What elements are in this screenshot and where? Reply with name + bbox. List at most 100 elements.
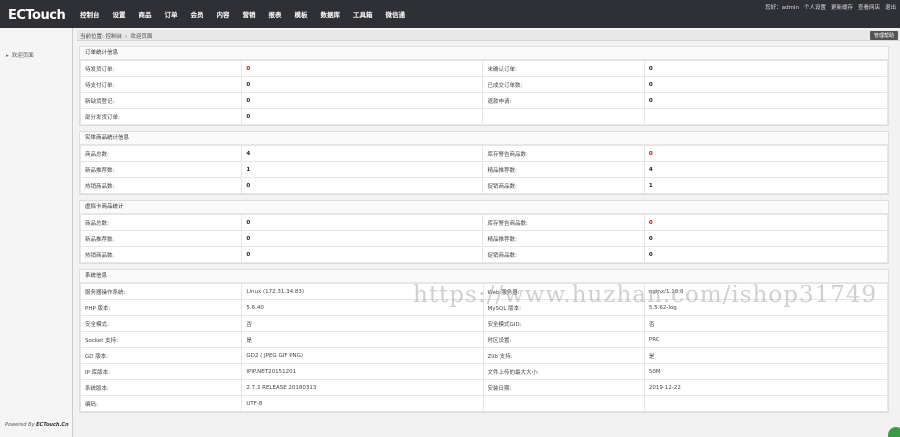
table-row: 热销商品数: 0 促销商品数: 1	[79, 177, 889, 194]
stat-value	[643, 108, 889, 125]
table-row: Socket 支持: 是时区设置: PRC	[79, 331, 889, 348]
stat-label: 安装日期:	[482, 379, 645, 396]
stat-value: PRC	[643, 331, 889, 348]
nav-item[interactable]: 微信通	[386, 9, 406, 19]
stat-label: Web 服务器:	[482, 283, 645, 300]
stat-value: 0	[241, 214, 484, 231]
powered-by: Powered By ECTouch.Cn	[5, 422, 69, 428]
stat-label: 安全模式:	[79, 315, 243, 332]
stats-table: 商品总数: 0 库存警告商品数: 0 新品推荐数: 0 精品推荐数: 0 热销商品数: 0 促销商品…	[79, 214, 889, 263]
stat-label: Socket 支持:	[79, 331, 243, 348]
stat-value: 0	[241, 108, 484, 125]
nav-item[interactable]: 商品	[139, 9, 152, 19]
powered-brand-link[interactable]: ECTouch.Cn	[36, 422, 69, 428]
stat-value: 是	[241, 331, 484, 348]
stat-value: 4	[241, 145, 484, 162]
stat-label: 待发货订单:	[79, 60, 243, 77]
sidebar-item-welcome[interactable]: ▸ 欢迎页面	[6, 51, 34, 59]
table-row: 热销商品数: 0 促销商品数: 0	[79, 246, 889, 263]
stat-label: 安全模式GID:	[482, 315, 645, 332]
stat-label: 热销商品数:	[79, 177, 243, 194]
stat-value: 0	[241, 246, 484, 263]
nav-item[interactable]: 数据库	[321, 9, 341, 19]
stats-panel: 订单统计信息 待发货订单: 0 未确认订单: 0 待支付订单: 0 已成交订单数: 0 新缺货登记…	[79, 46, 889, 126]
nav-item[interactable]: 模板	[295, 9, 308, 19]
stat-label: 新缺货登记:	[79, 92, 243, 109]
stat-label: GD 版本:	[79, 347, 243, 364]
table-row: 待发货订单: 0 未确认订单: 0	[79, 60, 889, 77]
stat-label: 待支付订单:	[79, 76, 243, 93]
stat-value: GD2 ( JPEG GIF PNG)	[241, 347, 484, 364]
stats-panel: 实体商品统计信息 商品总数: 4 库存警告商品数: 0 新品推荐数: 1 精品推荐数: 4 热销商…	[79, 131, 889, 195]
stat-value: 0	[241, 92, 484, 109]
stat-value: 是	[643, 347, 889, 364]
stat-label: MySQL 版本:	[482, 299, 645, 316]
stat-value: 0	[241, 60, 484, 77]
nav-item[interactable]: 工具箱	[353, 9, 373, 19]
nav-item[interactable]: 控制台	[80, 9, 100, 19]
stat-value: Linux (172.31.34.83)	[241, 283, 484, 300]
table-row: 商品总数: 4 库存警告商品数: 0	[79, 145, 889, 162]
stat-value: 否	[643, 315, 889, 332]
table-row: 服务器操作系统: Linux (172.31.34.83) Web 服务器: ngin…	[79, 283, 889, 300]
stat-label: 促销商品数:	[482, 177, 645, 194]
stat-value: 2.7.3 RELEASE 20180313	[241, 379, 484, 396]
stat-label: IP 库版本:	[79, 363, 243, 380]
stat-label: 编码:	[79, 395, 243, 412]
stat-value: 50M	[643, 363, 889, 380]
stat-label: 部分发货订单:	[79, 108, 243, 125]
user-link[interactable]: 个人设置	[804, 3, 826, 11]
stat-value: 0	[643, 60, 889, 77]
stat-value: 0	[241, 76, 484, 93]
stat-value: 否	[241, 315, 484, 332]
nav-item[interactable]: 报表	[269, 9, 282, 19]
stat-label: 热销商品数:	[79, 246, 243, 263]
stats-table: 商品总数: 4 库存警告商品数: 0 新品推荐数: 1 精品推荐数: 4 热销商品数: 0 促销商品…	[79, 145, 889, 194]
user-link[interactable]: 更新缓存	[831, 3, 853, 11]
stat-label: 促销商品数:	[482, 246, 645, 263]
stat-value: 1	[241, 161, 484, 178]
table-row: PHP 版本: 5.6.40 MySQL 版本: 5.5.62-log	[79, 299, 889, 316]
user-link[interactable]: 退出	[885, 3, 896, 11]
stat-value: UTF-8	[241, 395, 484, 412]
stat-label: 商品总数:	[79, 145, 243, 162]
user-link[interactable]: 查看网店	[858, 3, 880, 11]
panel-title: 实体商品统计信息	[80, 132, 888, 145]
stats-table: 服务器操作系统: Linux (172.31.34.83) Web 服务器: ngin…	[79, 283, 889, 412]
table-row: GD 版本: GD2 ( JPEG GIF PNG) Zlib 支持: 是	[79, 347, 889, 364]
stat-value: 0	[643, 92, 889, 109]
stat-value: IPIP.NET20151201	[241, 363, 484, 380]
nav-item[interactable]: 内容	[217, 9, 230, 19]
stat-value	[643, 395, 889, 412]
nav-item[interactable]: 营销	[243, 9, 256, 19]
stat-label: 文件上传的最大大小:	[482, 363, 645, 380]
stat-label: 新品推荐数:	[79, 230, 243, 247]
stat-label	[482, 108, 645, 125]
user-greeting: 您好：admin	[765, 5, 799, 11]
stat-label: 已成交订单数:	[482, 76, 645, 93]
table-row: 新品推荐数: 0 精品推荐数: 0	[79, 230, 889, 247]
nav-item[interactable]: 订单	[165, 9, 178, 19]
main-nav: 控制台 设置 商品 订单 会员 内容 营销 报表 模板 数据库 工具箱 微信通	[80, 0, 418, 28]
ectouch-logo[interactable]: ECTouch	[8, 8, 66, 23]
stat-value: 0	[241, 230, 484, 247]
nav-item[interactable]: 设置	[113, 9, 126, 19]
stat-label: Zlib 支持:	[482, 347, 645, 364]
stat-value: 1	[643, 177, 889, 194]
corner-badge-icon[interactable]	[888, 427, 900, 437]
stat-label	[482, 395, 645, 412]
stat-value: 5.6.40	[241, 299, 484, 316]
table-row: 新缺货登记: 0 退款申请: 0	[79, 92, 889, 109]
manual-help-button[interactable]: 管理帮助	[869, 31, 898, 40]
table-row: 系统版本: 2.7.3 RELEASE 20180313 安装日期: 2019-12-…	[79, 379, 889, 396]
user-links: 您好：admin 个人设置 更新缓存 查看网店 退出	[760, 3, 896, 11]
table-row: 安全模式: 否安全模式GID: 否	[79, 315, 889, 332]
nav-item[interactable]: 会员	[191, 9, 204, 19]
stat-label: PHP 版本:	[79, 299, 243, 316]
table-row: 部分发货订单: 0	[79, 108, 889, 125]
breadcrumb-home[interactable]: 控制台	[106, 34, 123, 40]
panel-title: 订单统计信息	[80, 47, 888, 60]
stat-value: nginx/1.16.0	[643, 283, 889, 300]
table-row: 待支付订单: 0 已成交订单数: 0	[79, 76, 889, 93]
stat-value: 4	[643, 161, 889, 178]
